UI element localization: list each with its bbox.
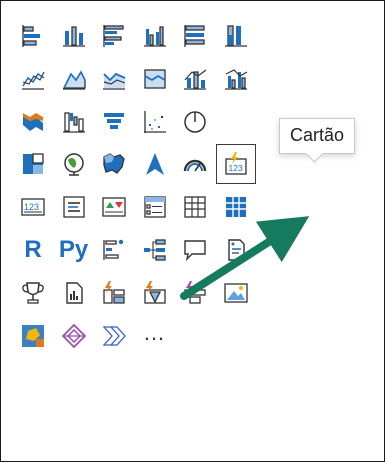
gauge-icon: [182, 151, 208, 177]
visual-stacked-bar-chart[interactable]: [13, 16, 53, 56]
visual-table[interactable]: [175, 187, 215, 227]
visual-filled-map[interactable]: [94, 144, 134, 184]
visual-line-chart[interactable]: [13, 59, 53, 99]
visual-power-apps[interactable]: [94, 273, 134, 313]
visual-kpi[interactable]: [94, 187, 134, 227]
100-stacked-bar-chart-icon: [182, 23, 208, 49]
power-apps-icon: [101, 280, 127, 306]
visual-python-visual[interactable]: Py: [54, 230, 94, 270]
matrix-icon: [223, 194, 249, 220]
visual-scatter-chart[interactable]: [135, 102, 175, 142]
globe-map-icon: [61, 151, 87, 177]
line-and-column-chart-icon: [182, 66, 208, 92]
visual-paginated-report[interactable]: [54, 273, 94, 313]
power-automate-icon: [142, 280, 168, 306]
visual-area-chart[interactable]: [54, 59, 94, 99]
smart-narrative-icon: [223, 237, 249, 263]
table-icon: [182, 194, 208, 220]
slicer-icon: [142, 194, 168, 220]
clustered-column-chart-icon: [142, 23, 168, 49]
visual-key-influencers[interactable]: [94, 230, 134, 270]
tooltip-text: Cartão: [290, 125, 345, 145]
visual-clustered-bar-chart[interactable]: [94, 16, 134, 56]
visual-matrix[interactable]: [216, 187, 256, 227]
filled-map-icon: [101, 151, 127, 177]
visual-power-automate-alt[interactable]: [175, 273, 215, 313]
visual-decomposition-tree[interactable]: [135, 230, 175, 270]
funnel-chart-icon: [101, 109, 127, 135]
100-stacked-column-chart-icon: [223, 23, 249, 49]
visual-gauge[interactable]: [175, 144, 215, 184]
visual-pie-chart[interactable]: [175, 102, 215, 142]
visual-kpi-list[interactable]: [54, 187, 94, 227]
visual-treemap[interactable]: [13, 144, 53, 184]
visual-line-and-column-chart[interactable]: [175, 59, 215, 99]
visual-chevron-flow[interactable]: [94, 316, 134, 356]
stacked-area-chart-icon: [101, 66, 127, 92]
scatter-chart-icon: [142, 109, 168, 135]
more-visuals-icon: ...: [143, 319, 166, 345]
visual-globe-map[interactable]: [54, 144, 94, 184]
card-icon: 123: [223, 151, 249, 177]
visual-100-stacked-column-chart[interactable]: [216, 16, 256, 56]
multi-row-card-icon: 123: [20, 194, 46, 220]
tooltip: Cartão: [279, 118, 356, 154]
image-icon: [223, 280, 249, 306]
pie-chart-icon: [182, 109, 208, 135]
100-stacked-area-chart-icon: [142, 66, 168, 92]
clustered-bar-chart-icon: [101, 23, 127, 49]
power-apps-diamond-icon: [61, 323, 87, 349]
waterfall-chart-icon: [61, 109, 87, 135]
visualizations-panel: 123 123 R Py... Cartão: [0, 0, 385, 462]
visual-power-apps-diamond[interactable]: [54, 316, 94, 356]
visual-stacked-area-chart[interactable]: [94, 59, 134, 99]
svg-text:123: 123: [228, 163, 242, 173]
visual-icon-grid: 123 123 R Py...: [1, 1, 385, 463]
azure-map-icon: [142, 151, 168, 177]
visual-r-visual[interactable]: R: [13, 230, 53, 270]
visual-metrics-trophy[interactable]: [13, 273, 53, 313]
svg-text:123: 123: [24, 202, 39, 212]
area-chart-icon: [61, 66, 87, 92]
kpi-list-icon: [61, 194, 87, 220]
visual-image[interactable]: [216, 273, 256, 313]
visual-azure-map[interactable]: [135, 144, 175, 184]
decomposition-tree-icon: [142, 237, 168, 263]
visual-line-and-clustered-column-chart[interactable]: [216, 59, 256, 99]
visual-power-automate[interactable]: [135, 273, 175, 313]
metrics-trophy-icon: [20, 280, 46, 306]
visual-card[interactable]: 123: [215, 144, 256, 185]
line-and-clustered-column-chart-icon: [223, 66, 249, 92]
visual-100-stacked-area-chart[interactable]: [135, 59, 175, 99]
visual-smart-narrative[interactable]: [216, 230, 256, 270]
visual-clustered-column-chart[interactable]: [135, 16, 175, 56]
paginated-report-icon: [61, 280, 87, 306]
visual-funnel-chart[interactable]: [94, 102, 134, 142]
visual-qa[interactable]: [175, 230, 215, 270]
kpi-icon: [101, 194, 127, 220]
arcgis-map-icon: [20, 323, 46, 349]
stacked-bar-chart-icon: [20, 23, 46, 49]
stacked-column-chart-icon: [61, 23, 87, 49]
visual-waterfall-chart[interactable]: [54, 102, 94, 142]
visual-multi-row-card[interactable]: 123: [13, 187, 53, 227]
python-visual-icon: Py: [58, 236, 89, 263]
ribbon-chart-icon: [20, 109, 46, 135]
power-automate-alt-icon: [182, 280, 208, 306]
r-visual-icon: R: [24, 236, 42, 263]
visual-100-stacked-bar-chart[interactable]: [175, 16, 215, 56]
visual-stacked-column-chart[interactable]: [54, 16, 94, 56]
key-influencers-icon: [101, 237, 127, 263]
qa-icon: [182, 237, 208, 263]
line-chart-icon: [20, 66, 46, 92]
treemap-icon: [20, 151, 46, 177]
visual-ribbon-chart[interactable]: [13, 102, 53, 142]
chevron-flow-icon: [101, 323, 127, 349]
visual-more-visuals[interactable]: ...: [135, 316, 175, 356]
visual-slicer[interactable]: [135, 187, 175, 227]
visual-arcgis-map[interactable]: [13, 316, 53, 356]
